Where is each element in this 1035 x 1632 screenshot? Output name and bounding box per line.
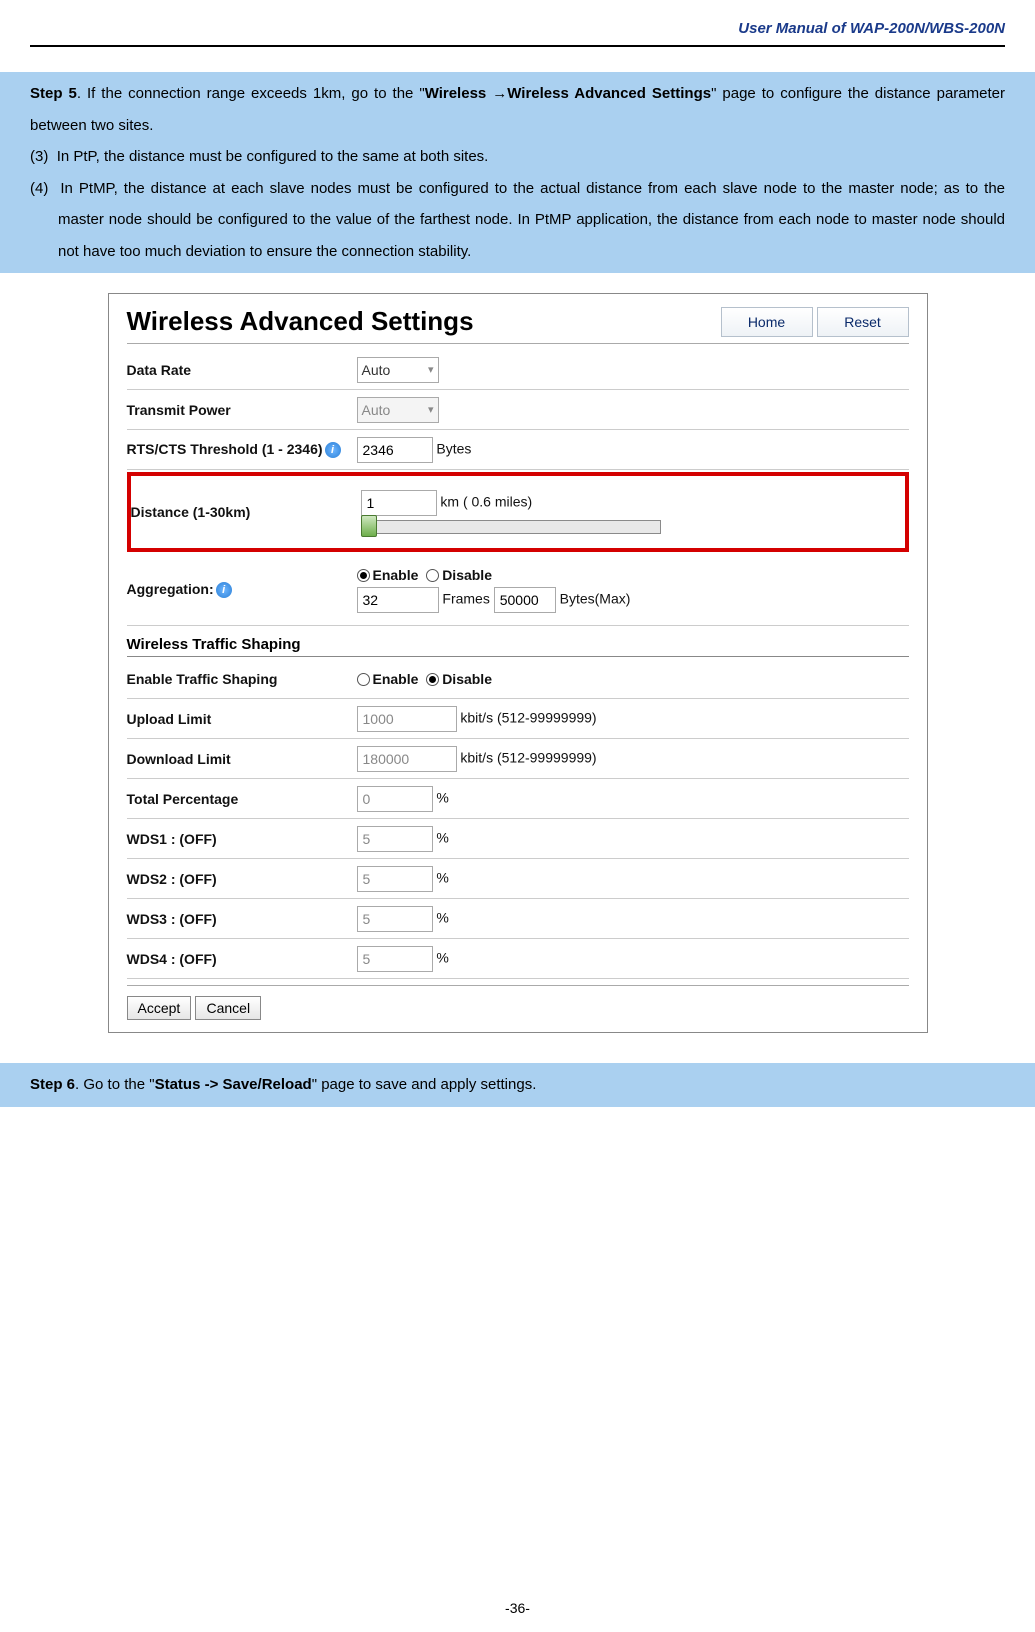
wds2-label: WDS2 : (OFF) (127, 871, 357, 887)
row-distance: Distance (1-30km) km ( 0.6 miles) (131, 476, 905, 548)
doc-title: User Manual of WAP-200N/WBS-200N (738, 20, 1005, 37)
download-limit-label: Download Limit (127, 751, 357, 767)
row-data-rate: Data Rate Auto ▾ (127, 350, 909, 390)
step5-item4: (4) In PtMP, the distance at each slave … (30, 173, 1005, 268)
page-number: -36- (505, 1600, 530, 1616)
row-rts-threshold: RTS/CTS Threshold (1 - 2346)i Bytes (127, 430, 909, 470)
slider-thumb-icon[interactable] (361, 515, 377, 537)
transmit-power-select[interactable]: Auto ▾ (357, 397, 439, 423)
cancel-button[interactable]: Cancel (195, 996, 261, 1020)
rts-input[interactable] (357, 437, 433, 463)
wds2-input[interactable] (357, 866, 433, 892)
enable-shaping-label: Enable Traffic Shaping (127, 671, 357, 687)
upload-limit-label: Upload Limit (127, 711, 357, 727)
row-wds2: WDS2 : (OFF) % (127, 859, 909, 899)
row-aggregation: Aggregation:i Enable Disable Frames Byte… (127, 554, 909, 626)
data-rate-select[interactable]: Auto ▾ (357, 357, 439, 383)
step6-box: Step 6. Go to the "Status -> Save/Reload… (0, 1063, 1035, 1107)
download-unit: kbit/s (512-99999999) (460, 749, 596, 765)
arrow-icon: → (492, 85, 507, 102)
row-download-limit: Download Limit kbit/s (512-99999999) (127, 739, 909, 779)
panel-title-row: Wireless Advanced Settings Home Reset (127, 306, 909, 344)
aggregation-disable-radio[interactable] (426, 569, 439, 582)
reset-button[interactable]: Reset (817, 307, 909, 337)
distance-input[interactable] (361, 490, 437, 516)
aggregation-frames-input[interactable] (357, 587, 439, 613)
step6-text: Step 6. Go to the "Status -> Save/Reload… (30, 1069, 1005, 1101)
step5-item3: (3) In PtP, the distance must be configu… (30, 141, 1005, 173)
chevron-down-icon: ▾ (428, 403, 434, 416)
row-wds3: WDS3 : (OFF) % (127, 899, 909, 939)
row-total-pct: Total Percentage % (127, 779, 909, 819)
upload-unit: kbit/s (512-99999999) (460, 709, 596, 725)
settings-panel: Wireless Advanced Settings Home Reset Da… (108, 293, 928, 1033)
info-icon[interactable]: i (216, 582, 232, 598)
data-rate-label: Data Rate (127, 362, 357, 378)
home-button[interactable]: Home (721, 307, 813, 337)
row-upload-limit: Upload Limit kbit/s (512-99999999) (127, 699, 909, 739)
row-transmit-power: Transmit Power Auto ▾ (127, 390, 909, 430)
distance-slider[interactable] (361, 520, 661, 534)
total-pct-input[interactable] (357, 786, 433, 812)
aggregation-enable-radio[interactable] (357, 569, 370, 582)
chevron-down-icon: ▾ (428, 363, 434, 376)
upload-limit-input[interactable] (357, 706, 457, 732)
row-enable-shaping: Enable Traffic Shaping Enable Disable (127, 659, 909, 699)
row-wds1: WDS1 : (OFF) % (127, 819, 909, 859)
aggregation-bytes-input[interactable] (494, 587, 556, 613)
wds3-label: WDS3 : (OFF) (127, 911, 357, 927)
wds1-input[interactable] (357, 826, 433, 852)
doc-header: User Manual of WAP-200N/WBS-200N (30, 20, 1005, 47)
step5-box: Step 5. If the connection range exceeds … (0, 72, 1035, 273)
transmit-power-label: Transmit Power (127, 402, 357, 418)
shaping-disable-radio[interactable] (426, 673, 439, 686)
wds4-label: WDS4 : (OFF) (127, 951, 357, 967)
shaping-enable-radio[interactable] (357, 673, 370, 686)
button-row: Accept Cancel (127, 985, 909, 1026)
aggregation-label: Aggregation:i (127, 581, 357, 598)
traffic-shaping-title: Wireless Traffic Shaping (127, 626, 909, 657)
panel-title: Wireless Advanced Settings (127, 306, 474, 337)
page-footer: -36- (0, 1600, 1035, 1616)
wds1-label: WDS1 : (OFF) (127, 831, 357, 847)
accept-button[interactable]: Accept (127, 996, 192, 1020)
wds3-input[interactable] (357, 906, 433, 932)
step5-intro: Step 5. If the connection range exceeds … (30, 78, 1005, 141)
rts-label: RTS/CTS Threshold (1 - 2346)i (127, 441, 357, 458)
distance-label: Distance (1-30km) (131, 504, 361, 520)
download-limit-input[interactable] (357, 746, 457, 772)
distance-highlight: Distance (1-30km) km ( 0.6 miles) (127, 472, 909, 552)
distance-unit: km ( 0.6 miles) (440, 494, 532, 510)
rts-unit: Bytes (436, 440, 471, 456)
wds4-input[interactable] (357, 946, 433, 972)
total-pct-label: Total Percentage (127, 791, 357, 807)
row-wds4: WDS4 : (OFF) % (127, 939, 909, 979)
info-icon[interactable]: i (325, 442, 341, 458)
